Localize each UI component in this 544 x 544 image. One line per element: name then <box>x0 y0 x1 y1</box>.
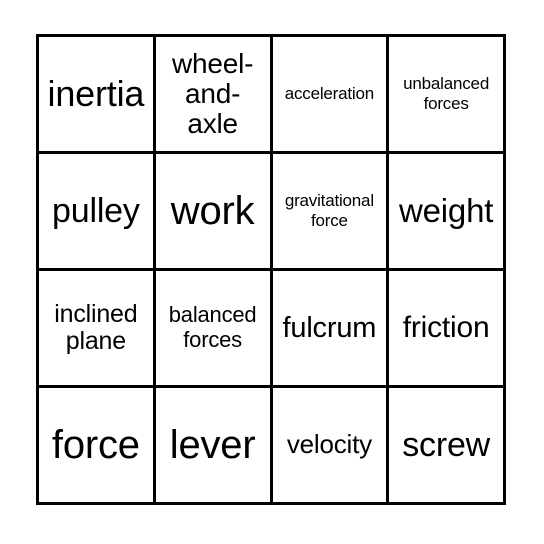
bingo-cell-label: inclined plane <box>54 299 138 355</box>
bingo-cell-label: force <box>51 422 140 467</box>
bingo-cell-label: friction <box>402 311 490 345</box>
bingo-cell-label: lever <box>169 422 256 467</box>
bingo-card-grid: inertia wheel- and- axle acceleration unbal… <box>36 34 506 505</box>
bingo-cell-label: wheel- and- axle <box>171 48 254 139</box>
bingo-cell-label: screw <box>402 425 491 464</box>
bingo-cell-lever[interactable]: lever <box>155 388 273 505</box>
bingo-cell-weight[interactable]: weight <box>389 154 506 271</box>
bingo-cell-label: velocity <box>286 429 372 460</box>
bingo-cell-force[interactable]: force <box>39 388 156 505</box>
bingo-cell-label: inertia <box>47 72 145 114</box>
bingo-cell-velocity[interactable]: velocity <box>272 388 390 505</box>
bingo-cell-wheel-and-axle[interactable]: wheel- and- axle <box>155 37 273 154</box>
bingo-cell-screw[interactable]: screw <box>389 388 506 505</box>
bingo-cell-label: acceleration <box>284 83 374 103</box>
bingo-cell-label: work <box>170 188 255 233</box>
bingo-cell-inclined-plane[interactable]: inclined plane <box>39 271 156 388</box>
bingo-cell-unbalanced-forces[interactable]: unbalanced forces <box>389 37 506 154</box>
bingo-cell-work[interactable]: work <box>155 154 273 271</box>
bingo-cell-label: pulley <box>52 191 140 230</box>
bingo-cell-pulley[interactable]: pulley <box>39 154 156 271</box>
bingo-cell-friction[interactable]: friction <box>389 271 506 388</box>
bingo-cell-label: fulcrum <box>282 311 377 344</box>
bingo-cell-balanced-forces[interactable]: balanced forces <box>155 271 273 388</box>
bingo-cell-label: unbalanced forces <box>403 73 490 113</box>
bingo-cell-label: weight <box>399 191 494 229</box>
bingo-cell-inertia[interactable]: inertia <box>39 37 156 154</box>
bingo-cell-label: balanced forces <box>168 302 257 352</box>
bingo-cell-label: gravitational force <box>284 190 374 230</box>
bingo-cell-fulcrum[interactable]: fulcrum <box>272 271 390 388</box>
bingo-cell-acceleration[interactable]: acceleration <box>272 37 390 154</box>
bingo-cell-gravitational-force[interactable]: gravitational force <box>272 154 390 271</box>
